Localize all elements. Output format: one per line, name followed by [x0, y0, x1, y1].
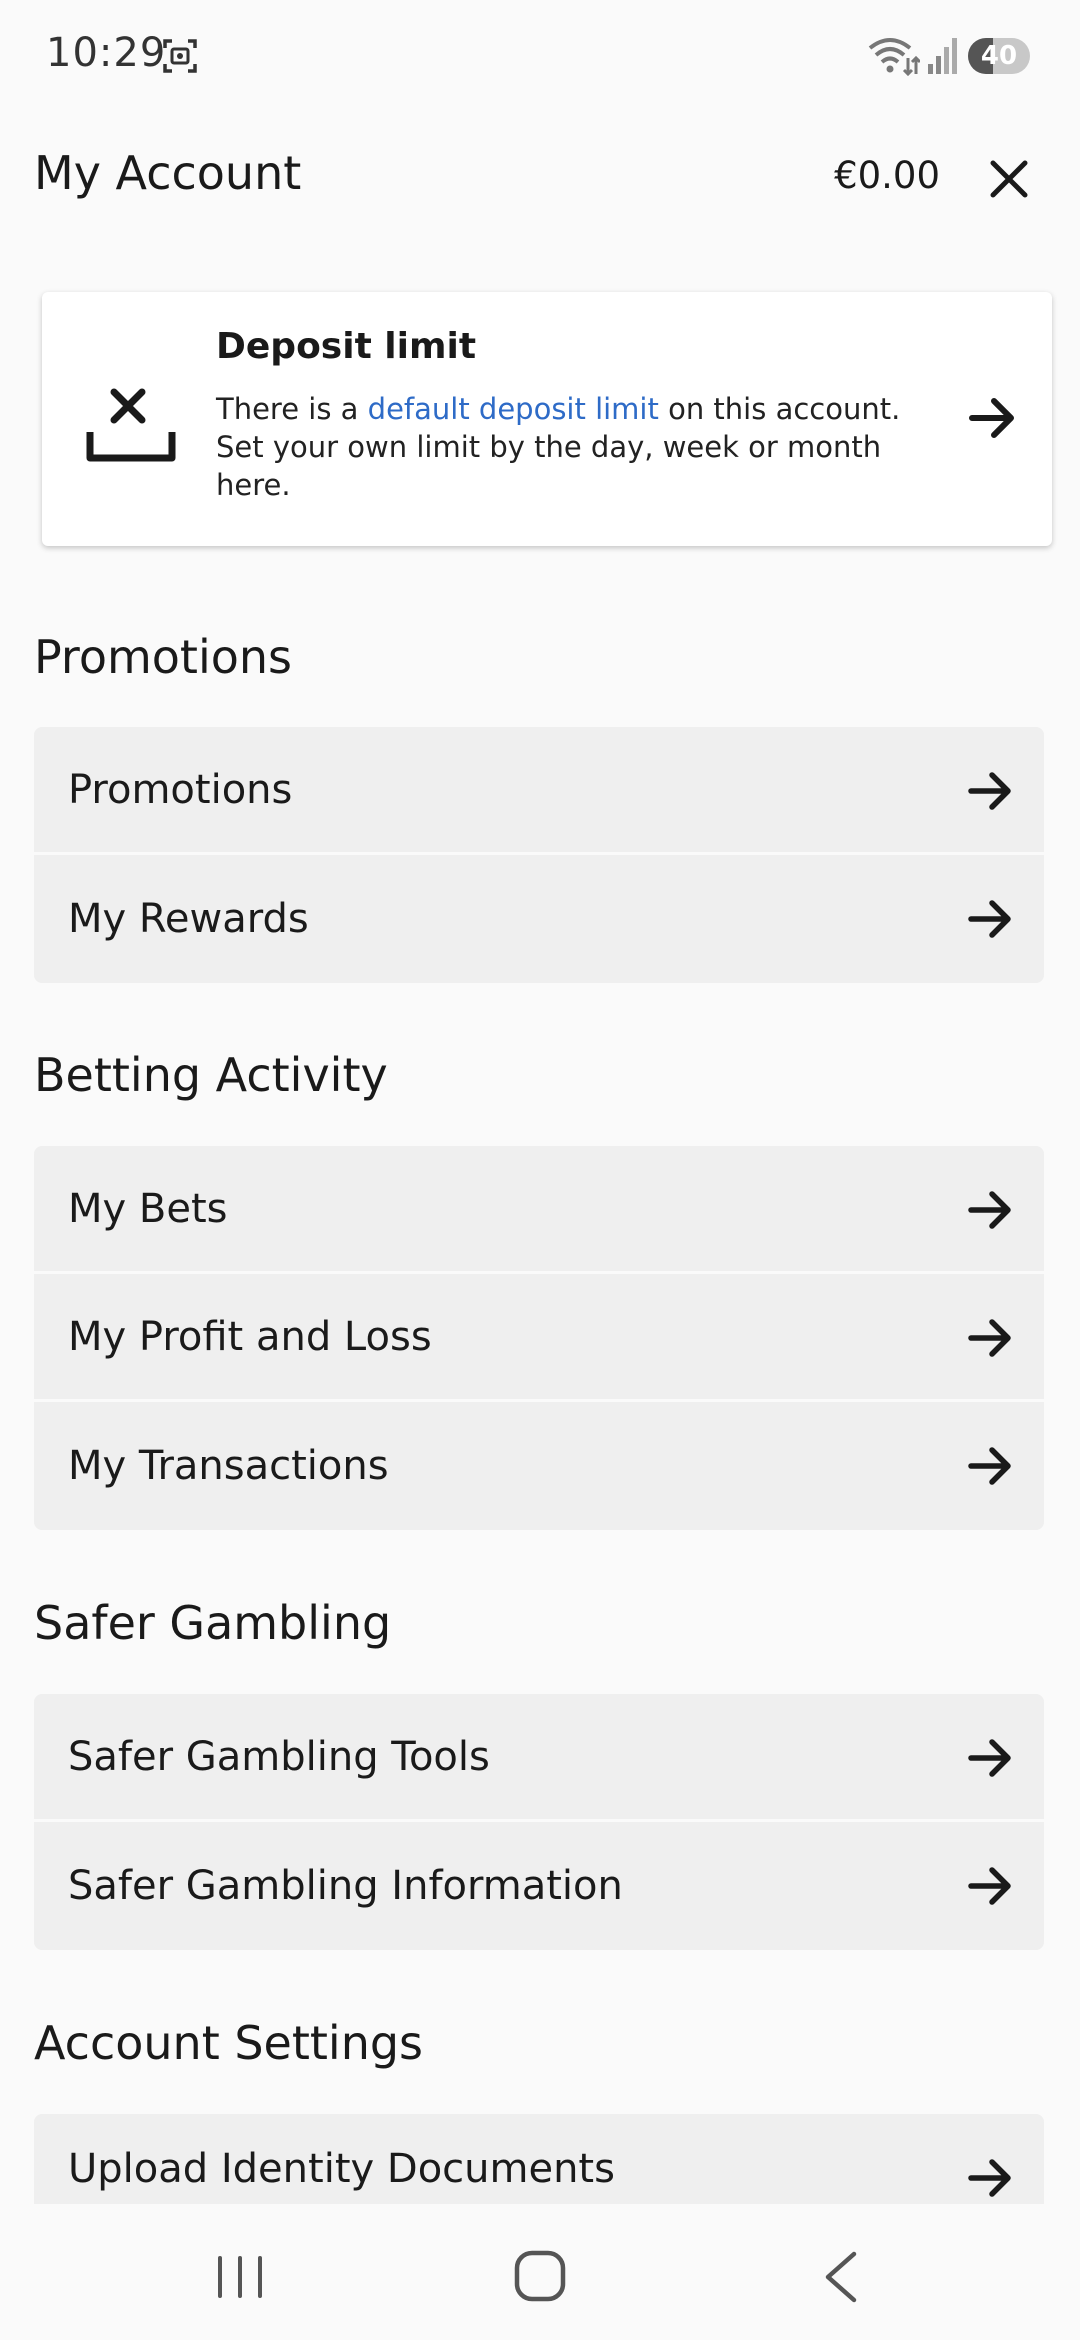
status-time: 10:29	[46, 30, 167, 76]
section-title-promotions: Promotions	[34, 630, 293, 684]
close-button[interactable]	[982, 152, 1036, 206]
recent-apps-icon[interactable]	[212, 2254, 268, 2300]
account-balance: €0.00	[834, 154, 940, 197]
menu-item-label: Upload Identity Documents	[68, 2146, 615, 2192]
menu-item-label: My Transactions	[68, 1443, 389, 1489]
page-title: My Account	[34, 146, 302, 200]
arrow-right-icon	[968, 900, 1011, 938]
screen: 10:29 40 My Account €0.00 Deposit limit …	[0, 0, 1080, 2340]
menu-item-safer-gambling-tools[interactable]: Safer Gambling Tools	[34, 1694, 1044, 1822]
arrow-right-icon	[968, 2159, 1011, 2197]
menu-item-label: Safer Gambling Information	[68, 1863, 623, 1909]
wifi-icon	[868, 38, 920, 76]
menu-item-label: Promotions	[68, 766, 293, 813]
home-icon[interactable]	[512, 2248, 568, 2304]
menu-item-my-bets[interactable]: My Bets	[34, 1146, 1044, 1274]
menu-group-betting-activity: My Bets My Profit and Loss My Transactio…	[34, 1146, 1044, 1530]
battery-indicator: 40	[968, 38, 1030, 74]
menu-item-my-profit-and-loss[interactable]: My Profit and Loss	[34, 1274, 1044, 1402]
deposit-limit-card[interactable]: Deposit limit There is a default deposit…	[42, 292, 1052, 546]
screenshot-icon	[163, 39, 197, 73]
section-title-safer-gambling: Safer Gambling	[34, 1596, 392, 1650]
account-header: My Account €0.00	[0, 112, 1080, 242]
menu-item-label: Safer Gambling Tools	[68, 1733, 490, 1780]
menu-item-safer-gambling-information[interactable]: Safer Gambling Information	[34, 1822, 1044, 1950]
back-icon[interactable]	[818, 2250, 864, 2304]
status-bar: 10:29 40	[0, 0, 1080, 112]
menu-group-promotions: Promotions My Rewards	[34, 727, 1044, 983]
arrow-right-icon	[968, 1319, 1011, 1357]
menu-group-account-settings: Upload Identity Documents	[34, 2114, 1044, 2204]
arrow-right-icon	[968, 1867, 1011, 1905]
signal-icon	[928, 38, 957, 74]
menu-item-promotions[interactable]: Promotions	[34, 727, 1044, 855]
section-title-account-settings: Account Settings	[34, 2016, 424, 2070]
deposit-limit-description: There is a default deposit limit on this…	[216, 390, 936, 504]
menu-item-label: My Bets	[68, 1185, 228, 1232]
arrow-right-icon	[968, 1191, 1011, 1229]
close-icon	[990, 160, 1028, 198]
system-navigation-bar	[0, 2204, 1080, 2340]
menu-item-my-rewards[interactable]: My Rewards	[34, 855, 1044, 983]
arrow-right-icon	[968, 1739, 1011, 1777]
battery-level: 40	[980, 41, 1018, 71]
menu-item-my-transactions[interactable]: My Transactions	[34, 1402, 1044, 1530]
menu-group-safer-gambling: Safer Gambling Tools Safer Gambling Info…	[34, 1694, 1044, 1950]
section-title-betting-activity: Betting Activity	[34, 1048, 388, 1102]
deposit-text-before: There is a	[216, 392, 368, 426]
menu-item-label: My Rewards	[68, 896, 309, 942]
default-deposit-limit-link[interactable]: default deposit limit	[368, 392, 659, 426]
arrow-right-icon	[968, 1447, 1011, 1485]
deposit-limit-icon	[86, 388, 176, 462]
arrow-right-icon	[969, 398, 1014, 438]
arrow-right-icon	[968, 772, 1011, 810]
menu-item-upload-identity-documents[interactable]: Upload Identity Documents	[34, 2114, 1044, 2204]
menu-item-label: My Profit and Loss	[68, 1313, 432, 1360]
deposit-limit-title: Deposit limit	[216, 326, 477, 367]
